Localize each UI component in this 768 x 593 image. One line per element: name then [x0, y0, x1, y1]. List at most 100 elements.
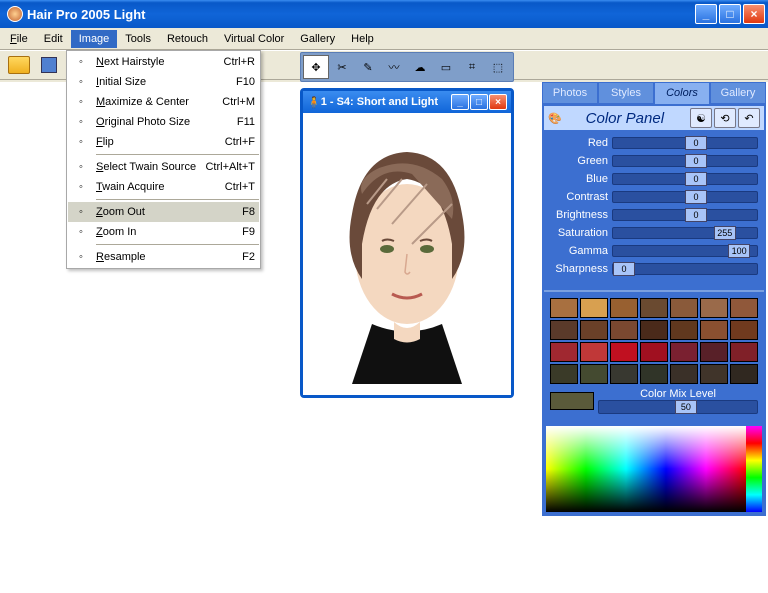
tab-styles[interactable]: Styles	[598, 82, 654, 104]
menu-item-original-photo-size[interactable]: ◦Original Photo SizeF11	[68, 112, 259, 132]
color-swatch[interactable]	[670, 342, 698, 362]
menu-image[interactable]: Image	[71, 30, 118, 48]
slider-label: Saturation	[550, 227, 612, 239]
tab-colors[interactable]: Colors	[654, 82, 710, 104]
menu-help[interactable]: Help	[343, 30, 382, 48]
tab-gallery[interactable]: Gallery	[710, 82, 766, 104]
hairstyle-photo[interactable]	[309, 119, 505, 389]
slider-label: Blue	[550, 173, 612, 185]
slider-thumb[interactable]: 0	[685, 136, 707, 150]
color-swatch[interactable]	[700, 342, 728, 362]
wand-tool-button[interactable]: ✎	[355, 55, 381, 79]
menu-item-resample[interactable]: ◦ResampleF2	[68, 247, 259, 267]
color-swatch[interactable]	[640, 342, 668, 362]
color-swatch[interactable]	[580, 298, 608, 318]
menu-virtual-color[interactable]: Virtual Color	[216, 30, 292, 48]
color-swatch[interactable]	[550, 298, 578, 318]
color-swatch[interactable]	[670, 364, 698, 384]
color-swatch[interactable]	[730, 298, 758, 318]
menu-item-flip[interactable]: ◦FlipCtrl+F	[68, 132, 259, 152]
mix-slider[interactable]: 50	[598, 400, 758, 414]
menu-file[interactable]: File	[2, 30, 36, 48]
color-swatch[interactable]	[730, 320, 758, 340]
maximize-button[interactable]: □	[719, 4, 741, 24]
menu-item-twain-acquire[interactable]: ◦Twain AcquireCtrl+T	[68, 177, 259, 197]
menu-item-zoom-out[interactable]: ◦Zoom OutF8	[68, 202, 259, 222]
menu-item-zoom-in[interactable]: ◦Zoom InF9	[68, 222, 259, 242]
lasso-tool-button[interactable]: 〰	[381, 55, 407, 79]
mix-slider-thumb[interactable]: 50	[675, 400, 697, 414]
tab-photos[interactable]: Photos	[542, 82, 598, 104]
color-swatch[interactable]	[580, 364, 608, 384]
color-swatch[interactable]	[580, 320, 608, 340]
slider-gamma[interactable]: 100	[612, 245, 758, 257]
color-swatch[interactable]	[640, 320, 668, 340]
menu-item-next-hairstyle[interactable]: ◦Next HairstyleCtrl+R	[68, 52, 259, 72]
canvas-titlebar[interactable]: 🧍 1 - S4: Short and Light _ □ ×	[303, 91, 511, 113]
menu-tools[interactable]: Tools	[117, 30, 159, 48]
slider-thumb[interactable]: 100	[728, 244, 750, 258]
slider-thumb[interactable]: 0	[685, 154, 707, 168]
slider-thumb[interactable]: 0	[613, 262, 635, 276]
rect-tool-button[interactable]: ▭	[433, 55, 459, 79]
cut-tool-button[interactable]: ✂	[329, 55, 355, 79]
cloud-tool-button[interactable]: ☁	[407, 55, 433, 79]
slider-brightness[interactable]: 0	[612, 209, 758, 221]
color-swatch[interactable]	[670, 298, 698, 318]
save-button[interactable]	[36, 52, 62, 78]
menu-gallery[interactable]: Gallery	[292, 30, 343, 48]
menu-retouch[interactable]: Retouch	[159, 30, 216, 48]
color-swatch[interactable]	[640, 298, 668, 318]
slider-thumb[interactable]: 0	[685, 190, 707, 204]
slider-thumb[interactable]: 0	[685, 208, 707, 222]
pick-color-button[interactable]: ☯	[690, 108, 712, 128]
mix-preview[interactable]	[550, 392, 594, 410]
color-swatch[interactable]	[550, 320, 578, 340]
slider-thumb[interactable]: 255	[714, 226, 736, 240]
panel-tabs: Photos Styles Colors Gallery	[542, 82, 766, 104]
side-panel: Photos Styles Colors Gallery 🎨 Color Pan…	[542, 82, 766, 593]
menu-item-select-twain-source[interactable]: ◦Select Twain SourceCtrl+Alt+T	[68, 157, 259, 177]
selection-tool-button[interactable]: ⬚	[485, 55, 511, 79]
close-button[interactable]: ×	[743, 4, 765, 24]
color-swatch[interactable]	[610, 298, 638, 318]
slider-thumb[interactable]: 0	[685, 172, 707, 186]
open-button[interactable]	[6, 52, 32, 78]
color-swatch[interactable]	[730, 342, 758, 362]
slider-blue[interactable]: 0	[612, 173, 758, 185]
slider-green[interactable]: 0	[612, 155, 758, 167]
slider-contrast[interactable]: 0	[612, 191, 758, 203]
color-swatch[interactable]	[700, 298, 728, 318]
menu-item-shortcut: F2	[242, 251, 255, 263]
canvas-maximize-button[interactable]: □	[470, 94, 488, 110]
color-swatch[interactable]	[640, 364, 668, 384]
crop-tool-button[interactable]: ⌗	[459, 55, 485, 79]
slider-sharpness[interactable]: 0	[612, 263, 758, 275]
color-swatch[interactable]	[700, 364, 728, 384]
slider-red[interactable]: 0	[612, 137, 758, 149]
color-swatch[interactable]	[730, 364, 758, 384]
color-swatch[interactable]	[550, 342, 578, 362]
link-button[interactable]: ⟲	[714, 108, 736, 128]
color-swatch[interactable]	[610, 342, 638, 362]
menu-edit[interactable]: Edit	[36, 30, 71, 48]
canvas-icon: 🧍	[307, 96, 321, 109]
color-swatch[interactable]	[550, 364, 578, 384]
gradient-picker[interactable]	[544, 424, 764, 514]
move-tool-button[interactable]: ✥	[303, 55, 329, 79]
undo-button[interactable]: ↶	[738, 108, 760, 128]
gradient-main[interactable]	[546, 426, 746, 512]
hue-strip[interactable]	[746, 426, 762, 512]
color-swatch[interactable]	[610, 320, 638, 340]
menu-item-initial-size[interactable]: ◦Initial SizeF10	[68, 72, 259, 92]
canvas-close-button[interactable]: ×	[489, 94, 507, 110]
canvas-minimize-button[interactable]: _	[451, 94, 469, 110]
color-swatch[interactable]	[610, 364, 638, 384]
color-swatch[interactable]	[580, 342, 608, 362]
minimize-button[interactable]: _	[695, 4, 717, 24]
slider-saturation[interactable]: 255	[612, 227, 758, 239]
menu-item-icon: ◦	[72, 224, 90, 240]
color-swatch[interactable]	[700, 320, 728, 340]
menu-item-maximize-center[interactable]: ◦Maximize & CenterCtrl+M	[68, 92, 259, 112]
color-swatch[interactable]	[670, 320, 698, 340]
